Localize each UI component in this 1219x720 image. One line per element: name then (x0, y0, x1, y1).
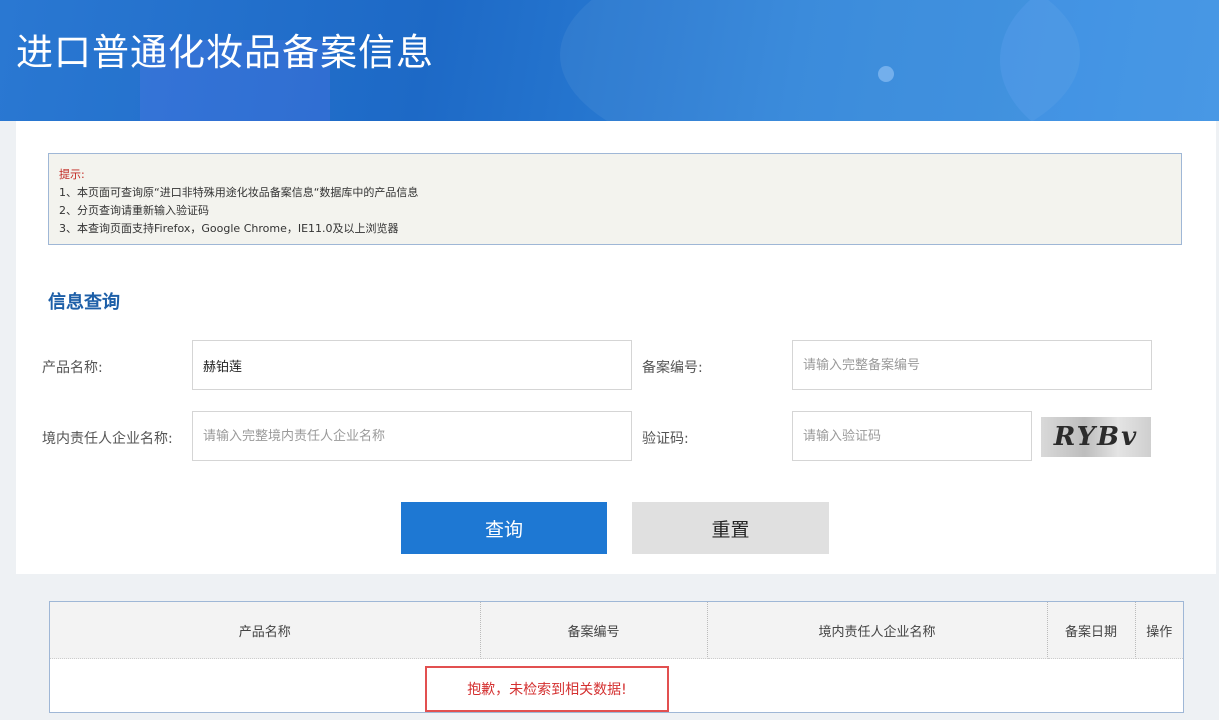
page-header: 进口普通化妆品备案信息 (0, 0, 1219, 121)
table-header-row: 产品名称 备案编号 境内责任人企业名称 备案日期 操作 (50, 602, 1183, 659)
record-no-input[interactable] (792, 340, 1152, 390)
notice-line: 2、分页查询请重新输入验证码 (59, 204, 209, 217)
page-title: 进口普通化妆品备案信息 (16, 31, 434, 74)
notice-box: 提示: 1、本页面可查询原“进口非特殊用途化妆品备案信息“数据库中的产品信息 2… (48, 153, 1182, 245)
captcha-label: 验证码: (642, 431, 689, 447)
column-header: 备案日期 (1047, 602, 1136, 659)
column-header: 产品名称 (50, 602, 481, 659)
query-panel: 提示: 1、本页面可查询原“进口非特殊用途化妆品备案信息“数据库中的产品信息 2… (16, 121, 1216, 574)
company-input[interactable] (192, 411, 632, 461)
notice-line: 3、本查询页面支持Firefox，Google Chrome，IE11.0及以上… (59, 222, 399, 235)
column-header: 备案编号 (480, 602, 708, 659)
query-button[interactable]: 查询 (401, 502, 607, 554)
captcha-input[interactable] (792, 411, 1032, 461)
product-name-input[interactable] (192, 340, 632, 390)
record-no-label: 备案编号: (642, 360, 703, 376)
reset-button[interactable]: 重置 (632, 502, 829, 554)
captcha-image[interactable]: RYBv (1041, 417, 1151, 457)
column-header: 操作 (1135, 602, 1183, 659)
notice-line: 1、本页面可查询原“进口非特殊用途化妆品备案信息“数据库中的产品信息 (59, 186, 419, 199)
header-decoration (1000, 0, 1219, 121)
results-table: 产品名称 备案编号 境内责任人企业名称 备案日期 操作 抱歉，未检索到相关数据! (49, 601, 1184, 713)
no-results-message: 抱歉，未检索到相关数据! (425, 666, 669, 712)
column-header: 境内责任人企业名称 (707, 602, 1048, 659)
header-decoration (878, 66, 894, 82)
section-title: 信息查询 (48, 292, 120, 313)
notice-title: 提示: (59, 168, 85, 181)
product-name-label: 产品名称: (42, 360, 103, 376)
company-label: 境内责任人企业名称: (42, 431, 173, 447)
